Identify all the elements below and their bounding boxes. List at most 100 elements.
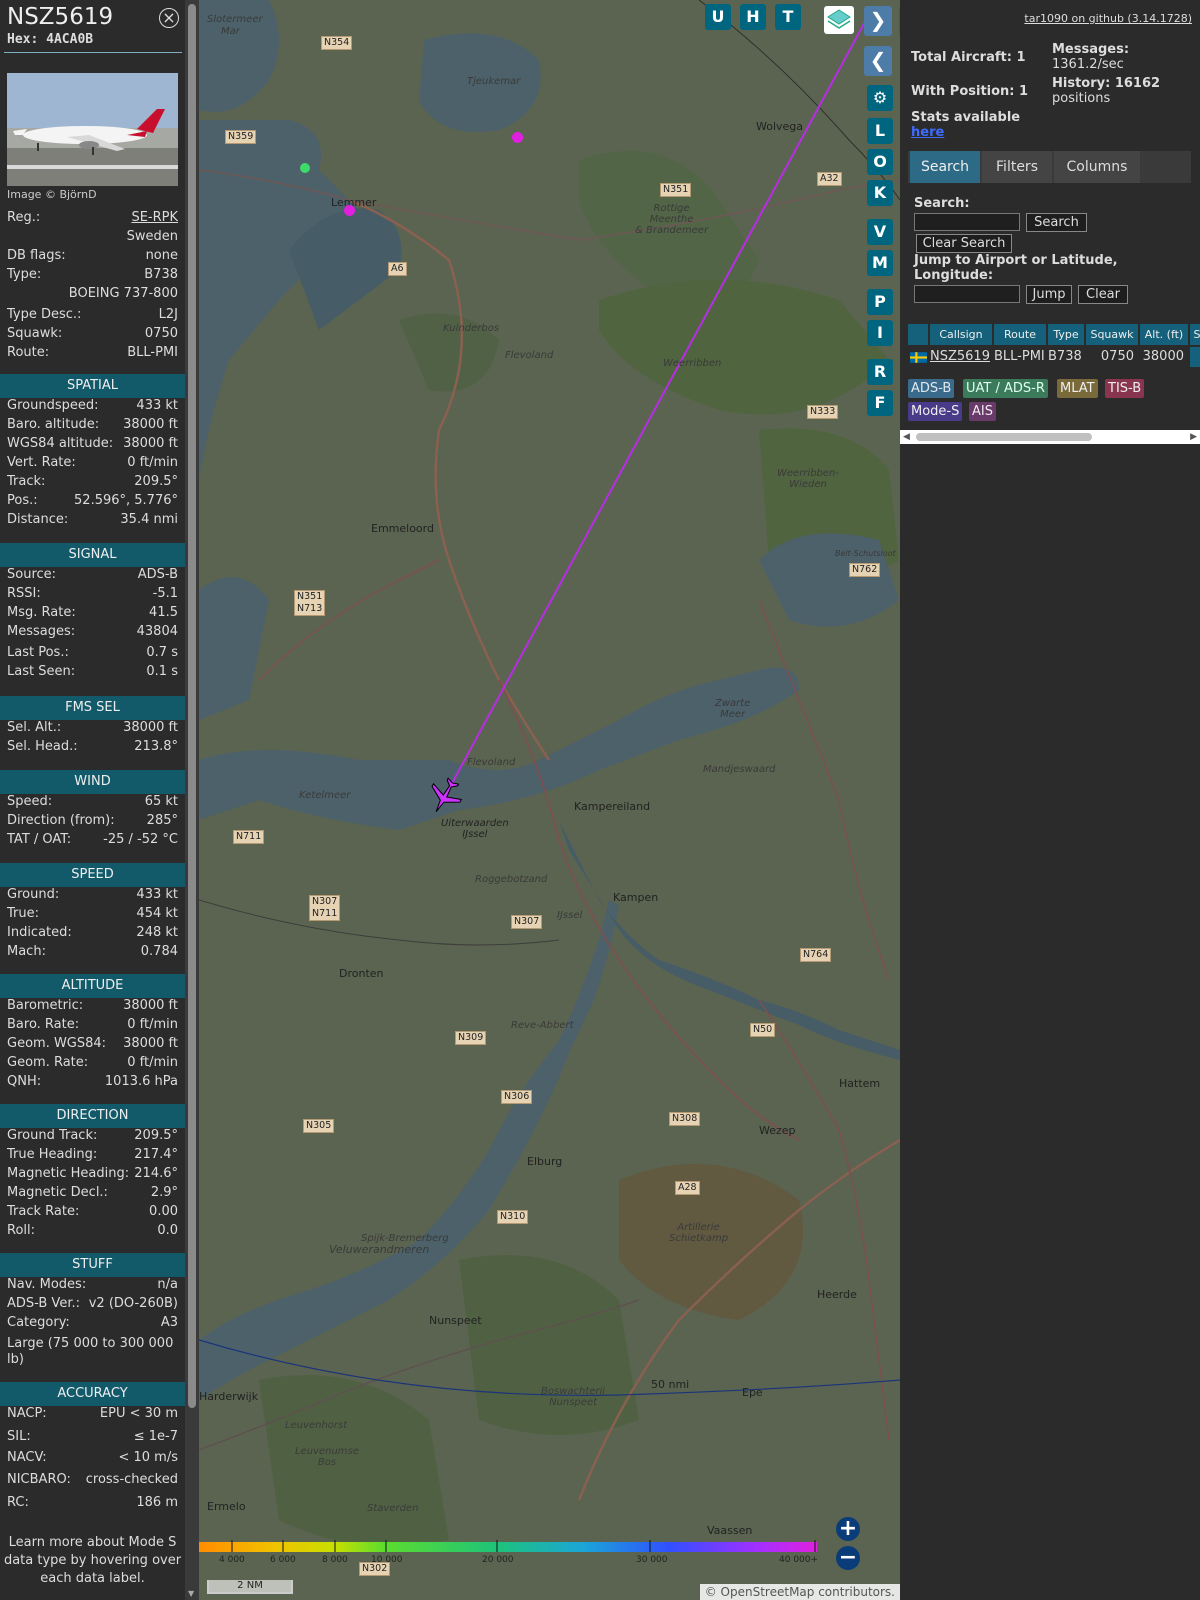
info-key[interactable]: WGS84 altitude:: [7, 434, 113, 453]
table-header[interactable]: S: [1190, 324, 1200, 345]
aircraft-photo[interactable]: [7, 73, 178, 186]
info-key[interactable]: NACP:: [7, 1404, 47, 1423]
info-key[interactable]: Indicated:: [7, 923, 72, 942]
info-key[interactable]: Baro. Rate:: [7, 1015, 79, 1034]
clear-search-button[interactable]: Clear Search: [916, 234, 1012, 253]
info-key[interactable]: Type:: [7, 265, 41, 284]
scroll-down-icon[interactable]: ▼: [188, 1589, 194, 1598]
minus-icon[interactable]: −: [836, 1546, 860, 1570]
version-link[interactable]: tar1090 on github (3.14.1728): [1024, 12, 1192, 25]
legend-adsb[interactable]: ADS-B: [908, 379, 955, 398]
station-marker-green[interactable]: [300, 163, 310, 173]
info-key[interactable]: Mach:: [7, 942, 46, 961]
info-key[interactable]: Sel. Alt.:: [7, 718, 61, 737]
map-button-f[interactable]: F: [867, 390, 893, 416]
stats-here-link[interactable]: here: [911, 125, 944, 140]
close-icon[interactable]: ×: [159, 8, 179, 28]
tab-filters[interactable]: Filters: [982, 151, 1052, 183]
info-key[interactable]: Source:: [7, 565, 56, 584]
info-value[interactable]: SE-RPK: [131, 208, 178, 227]
map-button-k[interactable]: K: [867, 180, 893, 206]
info-key[interactable]: NICBARO:: [7, 1470, 71, 1489]
info-key[interactable]: Squawk:: [7, 324, 62, 343]
scrollbar-thumb[interactable]: [916, 433, 1092, 441]
info-key[interactable]: SIL:: [7, 1427, 31, 1446]
jump-input[interactable]: [914, 285, 1020, 303]
chevron-left-icon[interactable]: ❮: [864, 46, 892, 76]
map-button-t[interactable]: T: [775, 4, 801, 30]
info-key[interactable]: Ground:: [7, 885, 59, 904]
info-key[interactable]: Magnetic Heading:: [7, 1164, 129, 1183]
info-key[interactable]: Type Desc.:: [7, 305, 81, 324]
info-key[interactable]: Reg.:: [7, 208, 40, 227]
map-button-l[interactable]: L: [867, 118, 893, 144]
scroll-left-icon[interactable]: ◀: [903, 430, 910, 444]
table-header[interactable]: Route: [994, 324, 1046, 345]
tab-search[interactable]: Search: [910, 151, 980, 183]
info-key[interactable]: Roll:: [7, 1221, 35, 1240]
info-key[interactable]: RC:: [7, 1493, 29, 1512]
info-key[interactable]: Magnetic Decl.:: [7, 1183, 108, 1202]
info-key[interactable]: RSSI:: [7, 584, 41, 603]
info-key[interactable]: TAT / OAT:: [7, 830, 71, 849]
info-key[interactable]: Route:: [7, 343, 49, 362]
legend-uat[interactable]: UAT / ADS-R: [963, 379, 1048, 398]
info-key[interactable]: True Heading:: [7, 1145, 97, 1164]
map-button-m[interactable]: M: [867, 250, 893, 276]
info-key[interactable]: Track:: [7, 472, 45, 491]
table-header[interactable]: Type: [1048, 324, 1084, 345]
info-key[interactable]: QNH:: [7, 1072, 41, 1091]
jump-clear-button[interactable]: Clear: [1078, 285, 1128, 304]
gear-icon[interactable]: ⚙: [867, 85, 893, 111]
info-key[interactable]: Vert. Rate:: [7, 453, 76, 472]
map-button-p[interactable]: P: [867, 289, 893, 315]
table-header[interactable]: [908, 324, 928, 345]
plus-icon[interactable]: +: [836, 1517, 860, 1541]
info-key[interactable]: True:: [7, 904, 39, 923]
table-horizontal-scrollbar[interactable]: ◀ ▶: [900, 430, 1200, 444]
info-key[interactable]: Last Seen:: [7, 662, 75, 681]
here-link[interactable]: here: [911, 125, 944, 140]
info-key[interactable]: Category:: [7, 1313, 70, 1332]
sidebar-scrollbar[interactable]: ▼: [185, 0, 199, 1600]
info-key[interactable]: Groundspeed:: [7, 396, 98, 415]
station-marker-magenta[interactable]: [344, 205, 355, 216]
attribution-text[interactable]: © OpenStreetMap contributors.: [705, 1585, 895, 1599]
map-view[interactable]: Slotermeer Mar Tjeukemar Wolvega Lemmer …: [199, 0, 900, 1600]
legend-ais[interactable]: AIS: [969, 402, 996, 421]
search-input[interactable]: [914, 213, 1020, 231]
chevron-right-icon[interactable]: ❯: [864, 6, 892, 36]
info-key[interactable]: Nav. Modes:: [7, 1275, 86, 1294]
info-key[interactable]: Messages:: [7, 622, 75, 641]
info-key[interactable]: Msg. Rate:: [7, 603, 76, 622]
scrollbar-thumb[interactable]: [188, 4, 196, 1408]
info-key[interactable]: Last Pos.:: [7, 643, 69, 662]
tab-columns[interactable]: Columns: [1054, 151, 1140, 183]
map-button-r[interactable]: R: [867, 359, 893, 385]
map-button-u[interactable]: U: [705, 4, 731, 30]
jump-button[interactable]: Jump: [1026, 285, 1072, 304]
station-marker-magenta[interactable]: [512, 132, 523, 143]
info-key[interactable]: Baro. altitude:: [7, 415, 99, 434]
row-callsign[interactable]: NSZ5619: [930, 347, 990, 367]
info-key[interactable]: Track Rate:: [7, 1202, 79, 1221]
legend-modes[interactable]: Mode-S: [908, 402, 963, 421]
info-key[interactable]: Direction (from):: [7, 811, 115, 830]
map-button-o[interactable]: O: [867, 149, 893, 175]
table-header[interactable]: Callsign: [930, 324, 992, 345]
table-header[interactable]: Alt. (ft): [1140, 324, 1188, 345]
info-key[interactable]: Speed:: [7, 792, 52, 811]
map-button-v[interactable]: V: [867, 219, 893, 245]
map-button-h[interactable]: H: [740, 4, 766, 30]
info-key[interactable]: Distance:: [7, 510, 68, 529]
search-button[interactable]: Search: [1026, 213, 1087, 232]
info-key[interactable]: Sel. Head.:: [7, 737, 78, 756]
info-key[interactable]: Geom. WGS84:: [7, 1034, 106, 1053]
layers-icon[interactable]: [824, 6, 854, 34]
info-key[interactable]: Geom. Rate:: [7, 1053, 88, 1072]
info-key[interactable]: NACV:: [7, 1448, 47, 1467]
info-key[interactable]: Barometric:: [7, 996, 83, 1015]
table-header[interactable]: Squawk: [1086, 324, 1138, 345]
legend-mlat[interactable]: MLAT: [1057, 379, 1098, 398]
legend-tisb[interactable]: TIS-B: [1105, 379, 1145, 398]
